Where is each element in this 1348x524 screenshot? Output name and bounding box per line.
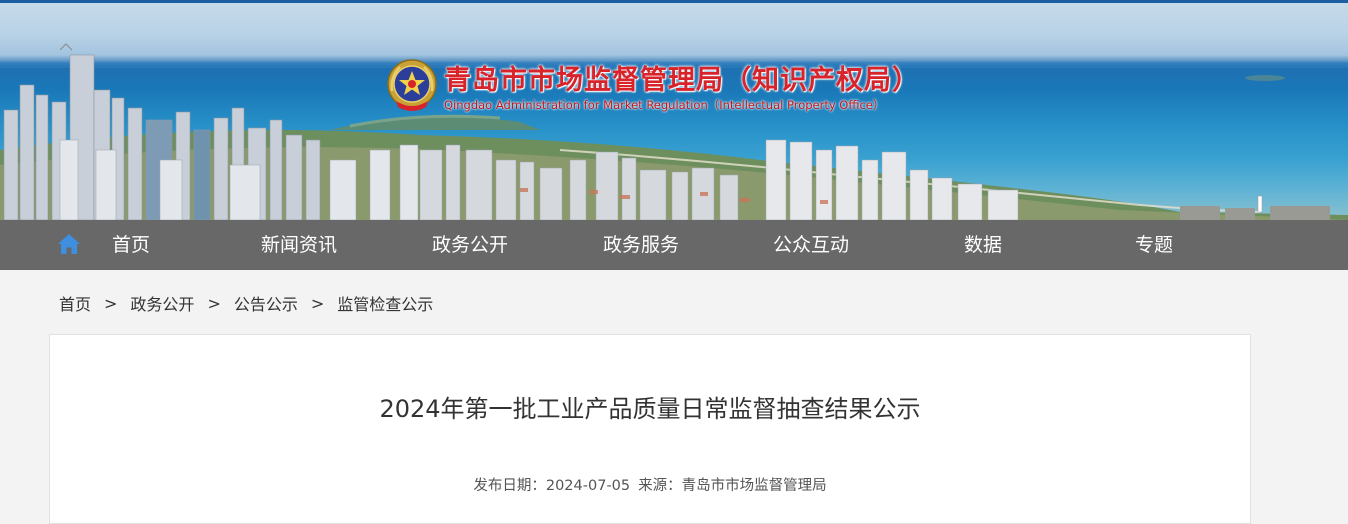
header-banner: 青岛市市场监督管理局（知识产权局） Qingdao Administration… <box>0 0 1348 220</box>
article-meta: 发布日期：2024-07-05 来源：青岛市市场监督管理局 <box>50 474 1250 495</box>
breadcrumb-item-home[interactable]: 首页 <box>59 291 91 315</box>
national-emblem-icon <box>387 59 437 111</box>
nav-item-topics[interactable]: 专题 <box>1135 220 1173 270</box>
nav-item-gov-services[interactable]: 政务服务 <box>603 220 679 270</box>
nav-item-public-interaction[interactable]: 公众互动 <box>773 220 849 270</box>
site-subtitle: Qingdao Administration for Market Regula… <box>444 98 885 112</box>
source-value: 青岛市市场监督管理局 <box>681 478 827 494</box>
breadcrumb: 首页 > 政务公开 > 公告公示 > 监管检查公示 <box>59 290 433 316</box>
source-label: 来源： <box>638 478 682 494</box>
breadcrumb-item-inspection-notices[interactable]: 监管检查公示 <box>337 291 433 315</box>
nav-item-data[interactable]: 数据 <box>964 220 1002 270</box>
nav-item-news[interactable]: 新闻资讯 <box>261 220 337 270</box>
article-title: 2024年第一批工业产品质量日常监督抽查结果公示 <box>379 395 921 423</box>
site-title: 青岛市市场监督管理局（知识产权局） <box>444 65 920 96</box>
breadcrumb-item-gov-affairs-open[interactable]: 政务公开 <box>130 291 194 315</box>
main-navigation: 首页 新闻资讯 政务公开 政务服务 公众互动 数据 专题 <box>0 220 1348 270</box>
breadcrumb-item-announcements[interactable]: 公告公示 <box>234 291 298 315</box>
breadcrumb-separator: > <box>207 293 221 313</box>
publish-date: 2024-07-05 <box>545 478 631 494</box>
nav-item-home[interactable]: 首页 <box>112 220 150 270</box>
nav-item-gov-affairs-open[interactable]: 政务公开 <box>432 220 508 270</box>
home-icon[interactable] <box>57 233 81 255</box>
breadcrumb-separator: > <box>310 293 325 313</box>
article-card: 2024年第一批工业产品质量日常监督抽查结果公示 发布日期：2024-07-05… <box>49 334 1251 524</box>
breadcrumb-separator: > <box>104 293 118 313</box>
publish-date-label: 发布日期： <box>473 478 546 494</box>
